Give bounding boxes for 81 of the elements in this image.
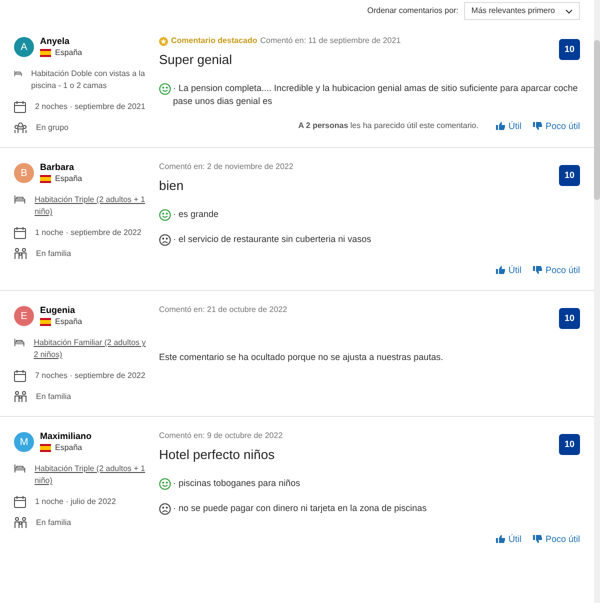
comment-date: Comentó en: 21 de octubre de 2022 — [159, 304, 288, 316]
stay-info: 7 noches · septiembre de 2022 — [35, 370, 146, 382]
calendar-icon — [14, 101, 26, 113]
score-badge: 10 — [559, 434, 580, 455]
avatar: M — [14, 432, 34, 452]
sort-label: Ordenar comentarios por: — [367, 5, 458, 17]
review-title: bien — [159, 177, 185, 195]
country: España — [55, 316, 82, 328]
country: España — [55, 173, 82, 185]
not-helpful-button[interactable]: Poco útil — [533, 264, 580, 277]
positive-comment: · piscinas toboganes para niños — [173, 476, 300, 490]
not-helpful-button[interactable]: Poco útil — [533, 120, 580, 133]
traveller-type: En familia — [36, 517, 72, 529]
helpful-button[interactable]: Útil — [496, 264, 522, 277]
smiling-face-icon — [159, 82, 171, 94]
bed-icon — [14, 68, 22, 79]
reviewer-name: Barbara — [40, 161, 76, 173]
calendar-icon — [14, 227, 26, 239]
flag-icon — [40, 318, 51, 326]
negative-comment: · no se puede pagar con dinero ni tarjeta en la zona de piscinas — [173, 502, 427, 514]
thumbs-up-icon — [496, 122, 506, 130]
traveller-type: En familia — [36, 391, 72, 403]
smiling-face-icon — [159, 208, 171, 220]
not-helpful-button[interactable]: Poco útil — [533, 532, 580, 546]
thumbs-up-icon — [496, 266, 506, 274]
bed-icon — [14, 463, 26, 474]
positive-comment: · La pension completa.... Incredible y la hubicacion genial amas de sitio suficiente para aparcar coche pase unos dias genial es — [173, 82, 579, 108]
featured-label: Comentario destacado — [171, 35, 258, 47]
comment-date: Comentó en: 2 de noviembre de 2022 — [159, 161, 294, 173]
flag-icon — [40, 49, 51, 57]
country: España — [55, 47, 82, 59]
score-badge: 10 — [559, 39, 580, 60]
thumbs-down-icon — [533, 122, 542, 130]
flag-icon — [40, 175, 51, 183]
helpful-button[interactable]: Útil — [496, 120, 522, 133]
negative-comment: · el servicio de restaurante sin cuberteria ni vasos — [173, 232, 372, 246]
thumbs-down-icon — [533, 535, 542, 544]
stay-info: 1 noche · septiembre de 2022 — [35, 227, 142, 239]
reviewer-name: Maximiliano — [40, 430, 92, 442]
room-link[interactable]: Habitación Familiar (2 adultos y 2 niños) — [34, 337, 151, 361]
traveller-type: En grupo — [36, 122, 68, 134]
calendar-icon — [14, 496, 26, 508]
reviewer-name: Eugenia — [40, 304, 76, 316]
comment-date: Comentó en: 11 de septiembre de 2021 — [260, 35, 401, 47]
helpful-count: A 2 personas les ha parecido útil este comentario. — [298, 120, 478, 132]
stay-info: 2 noches · septiembre de 2021 — [35, 101, 146, 113]
country: España — [55, 442, 82, 454]
chevron-down-icon — [565, 8, 573, 14]
score-badge: 10 — [559, 308, 580, 329]
sad-face-icon — [159, 234, 171, 246]
thumbs-up-icon — [496, 535, 506, 544]
traveller-type: En familia — [36, 248, 72, 260]
group-icon — [14, 122, 27, 134]
stay-info: 1 noche · julio de 2022 — [35, 496, 116, 508]
room-type: Habitación Doble con vistas a la piscina - 1 o 2 camas — [31, 68, 146, 92]
family-icon — [14, 248, 27, 260]
score-badge: 10 — [559, 165, 580, 186]
smiling-face-icon — [159, 478, 171, 490]
hidden-notice: Este comentario se ha ocultado porque no se ajusta a nuestras pautas. — [159, 351, 444, 364]
flag-icon — [40, 444, 51, 452]
calendar-icon — [14, 370, 26, 382]
avatar: E — [14, 306, 34, 326]
thumbs-down-icon — [533, 266, 542, 274]
sort-dropdown[interactable]: Más relevantes primero — [464, 2, 580, 20]
bed-icon — [14, 194, 26, 205]
room-link[interactable]: Habitación Triple (2 adultos + 1 niño) — [34, 194, 151, 218]
comment-date: Comentó en: 9 de octubre de 2022 — [159, 430, 283, 442]
sad-face-icon — [159, 502, 171, 514]
family-icon — [14, 391, 27, 403]
reviewer-name: Anyela — [40, 35, 71, 47]
helpful-button[interactable]: Útil — [496, 532, 522, 546]
positive-comment: · es grande — [173, 208, 219, 220]
review-title: Super genial — [159, 51, 233, 69]
avatar: A — [14, 37, 34, 57]
scrollbar[interactable] — [594, 0, 600, 603]
avatar: B — [14, 163, 34, 183]
bed-icon — [14, 337, 25, 348]
review-title: Hotel perfecto niños — [159, 446, 276, 464]
family-icon — [14, 517, 27, 529]
star-icon — [159, 36, 168, 46]
room-link[interactable]: Habitación Triple (2 adultos + 1 niño) — [34, 463, 151, 487]
